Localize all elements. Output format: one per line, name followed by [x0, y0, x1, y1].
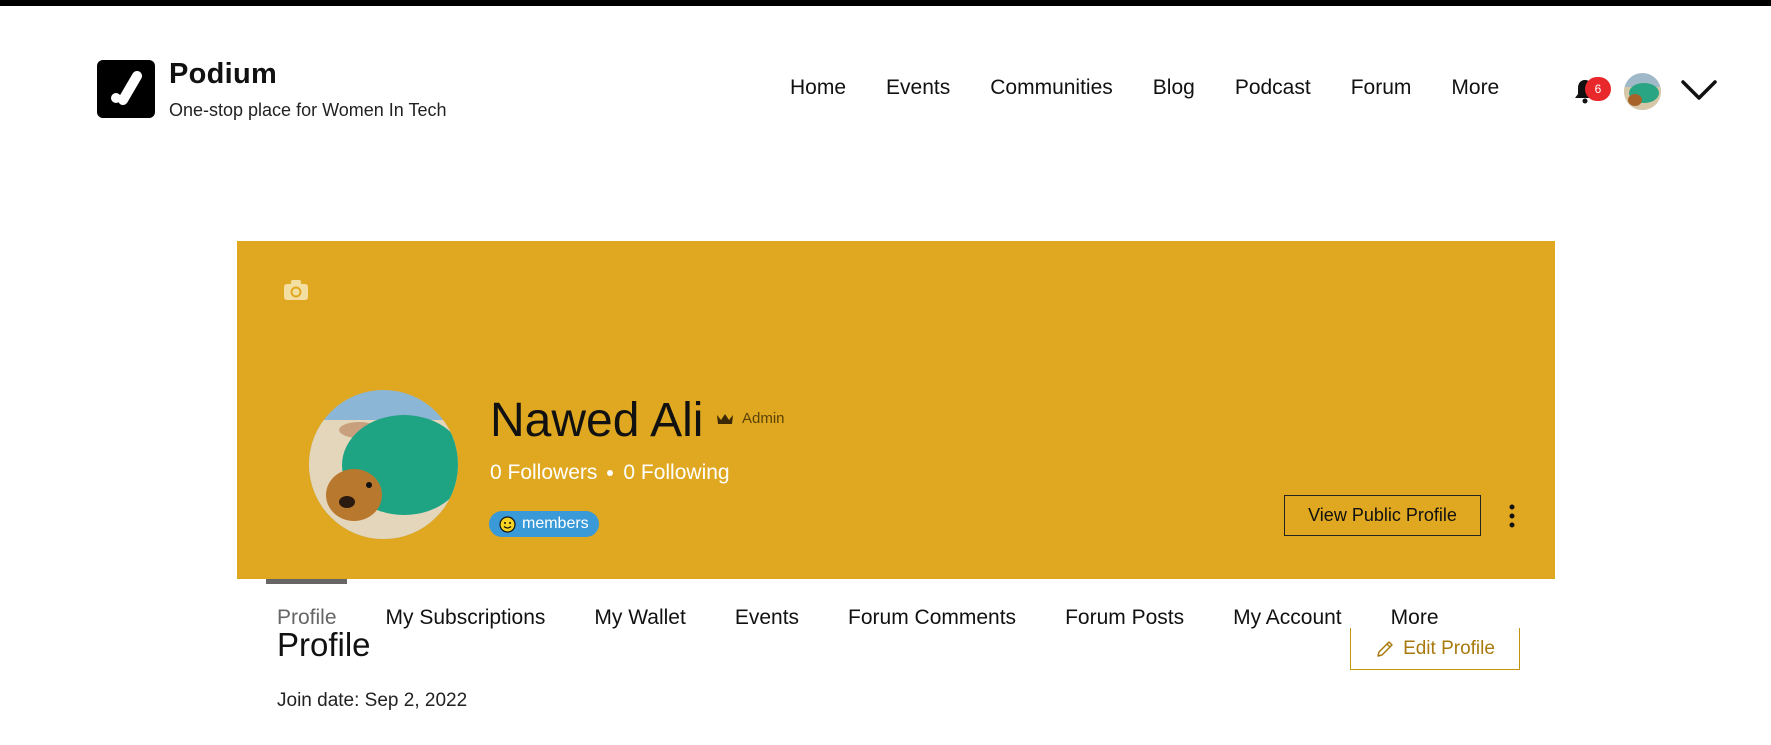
- brand-title[interactable]: Podium: [169, 58, 277, 91]
- tab-forum-posts[interactable]: Forum Posts: [1065, 606, 1184, 630]
- tab-forum-comments[interactable]: Forum Comments: [848, 606, 1016, 630]
- tab-events[interactable]: Events: [735, 606, 799, 630]
- tab-my-wallet[interactable]: My Wallet: [594, 606, 685, 630]
- members-badge[interactable]: members: [489, 511, 599, 537]
- profile-tabs: Profile My Subscriptions My Wallet Event…: [277, 606, 1488, 630]
- chevron-down-icon[interactable]: [1680, 78, 1718, 102]
- nav-events[interactable]: Events: [886, 76, 950, 100]
- logo-mark-icon: [111, 71, 142, 105]
- followers-link[interactable]: 0 Followers: [490, 461, 597, 484]
- smiley-icon: [499, 515, 516, 533]
- more-vertical-icon[interactable]: [1505, 503, 1519, 529]
- profile-cover-banner: Nawed Ali Admin 0 Followers 0 Following m…: [237, 241, 1555, 579]
- nav-forum[interactable]: Forum: [1351, 76, 1412, 100]
- profile-avatar[interactable]: [309, 390, 458, 539]
- nav-communities[interactable]: Communities: [990, 76, 1113, 100]
- site-logo[interactable]: [97, 60, 155, 118]
- section-title: Profile: [277, 626, 371, 663]
- nav-home[interactable]: Home: [790, 76, 846, 100]
- profile-photo: [309, 390, 458, 539]
- edit-profile-label: Edit Profile: [1403, 637, 1495, 659]
- nav-blog[interactable]: Blog: [1153, 76, 1195, 100]
- avatar-image: [1624, 73, 1661, 110]
- main-nav: Home Events Communities Blog Podcast For…: [790, 76, 1539, 100]
- following-link[interactable]: 0 Following: [623, 461, 729, 484]
- view-public-profile-button[interactable]: View Public Profile: [1284, 495, 1481, 536]
- separator-dot: [607, 470, 614, 477]
- follow-stats: 0 Followers 0 Following: [490, 461, 730, 485]
- top-border: [0, 0, 1771, 6]
- join-date: Join date: Sep 2, 2022: [277, 690, 468, 711]
- header-avatar[interactable]: [1624, 73, 1661, 110]
- tab-my-account[interactable]: My Account: [1233, 606, 1342, 630]
- active-tab-indicator: [266, 579, 347, 584]
- brand-subtitle: One-stop place for Women In Tech: [169, 100, 447, 120]
- crown-icon: [717, 414, 733, 424]
- notification-count-badge: 6: [1585, 77, 1611, 101]
- tab-more[interactable]: More: [1391, 606, 1439, 630]
- edit-profile-button[interactable]: Edit Profile: [1350, 628, 1520, 670]
- nav-more[interactable]: More: [1451, 76, 1499, 100]
- badge-label: members: [522, 515, 589, 532]
- nav-podcast[interactable]: Podcast: [1235, 76, 1311, 100]
- tab-my-subscriptions[interactable]: My Subscriptions: [386, 606, 546, 630]
- role-label: Admin: [742, 410, 785, 427]
- camera-icon[interactable]: [283, 279, 309, 301]
- pencil-icon: [1377, 640, 1393, 657]
- profile-name: Nawed Ali: [490, 394, 704, 447]
